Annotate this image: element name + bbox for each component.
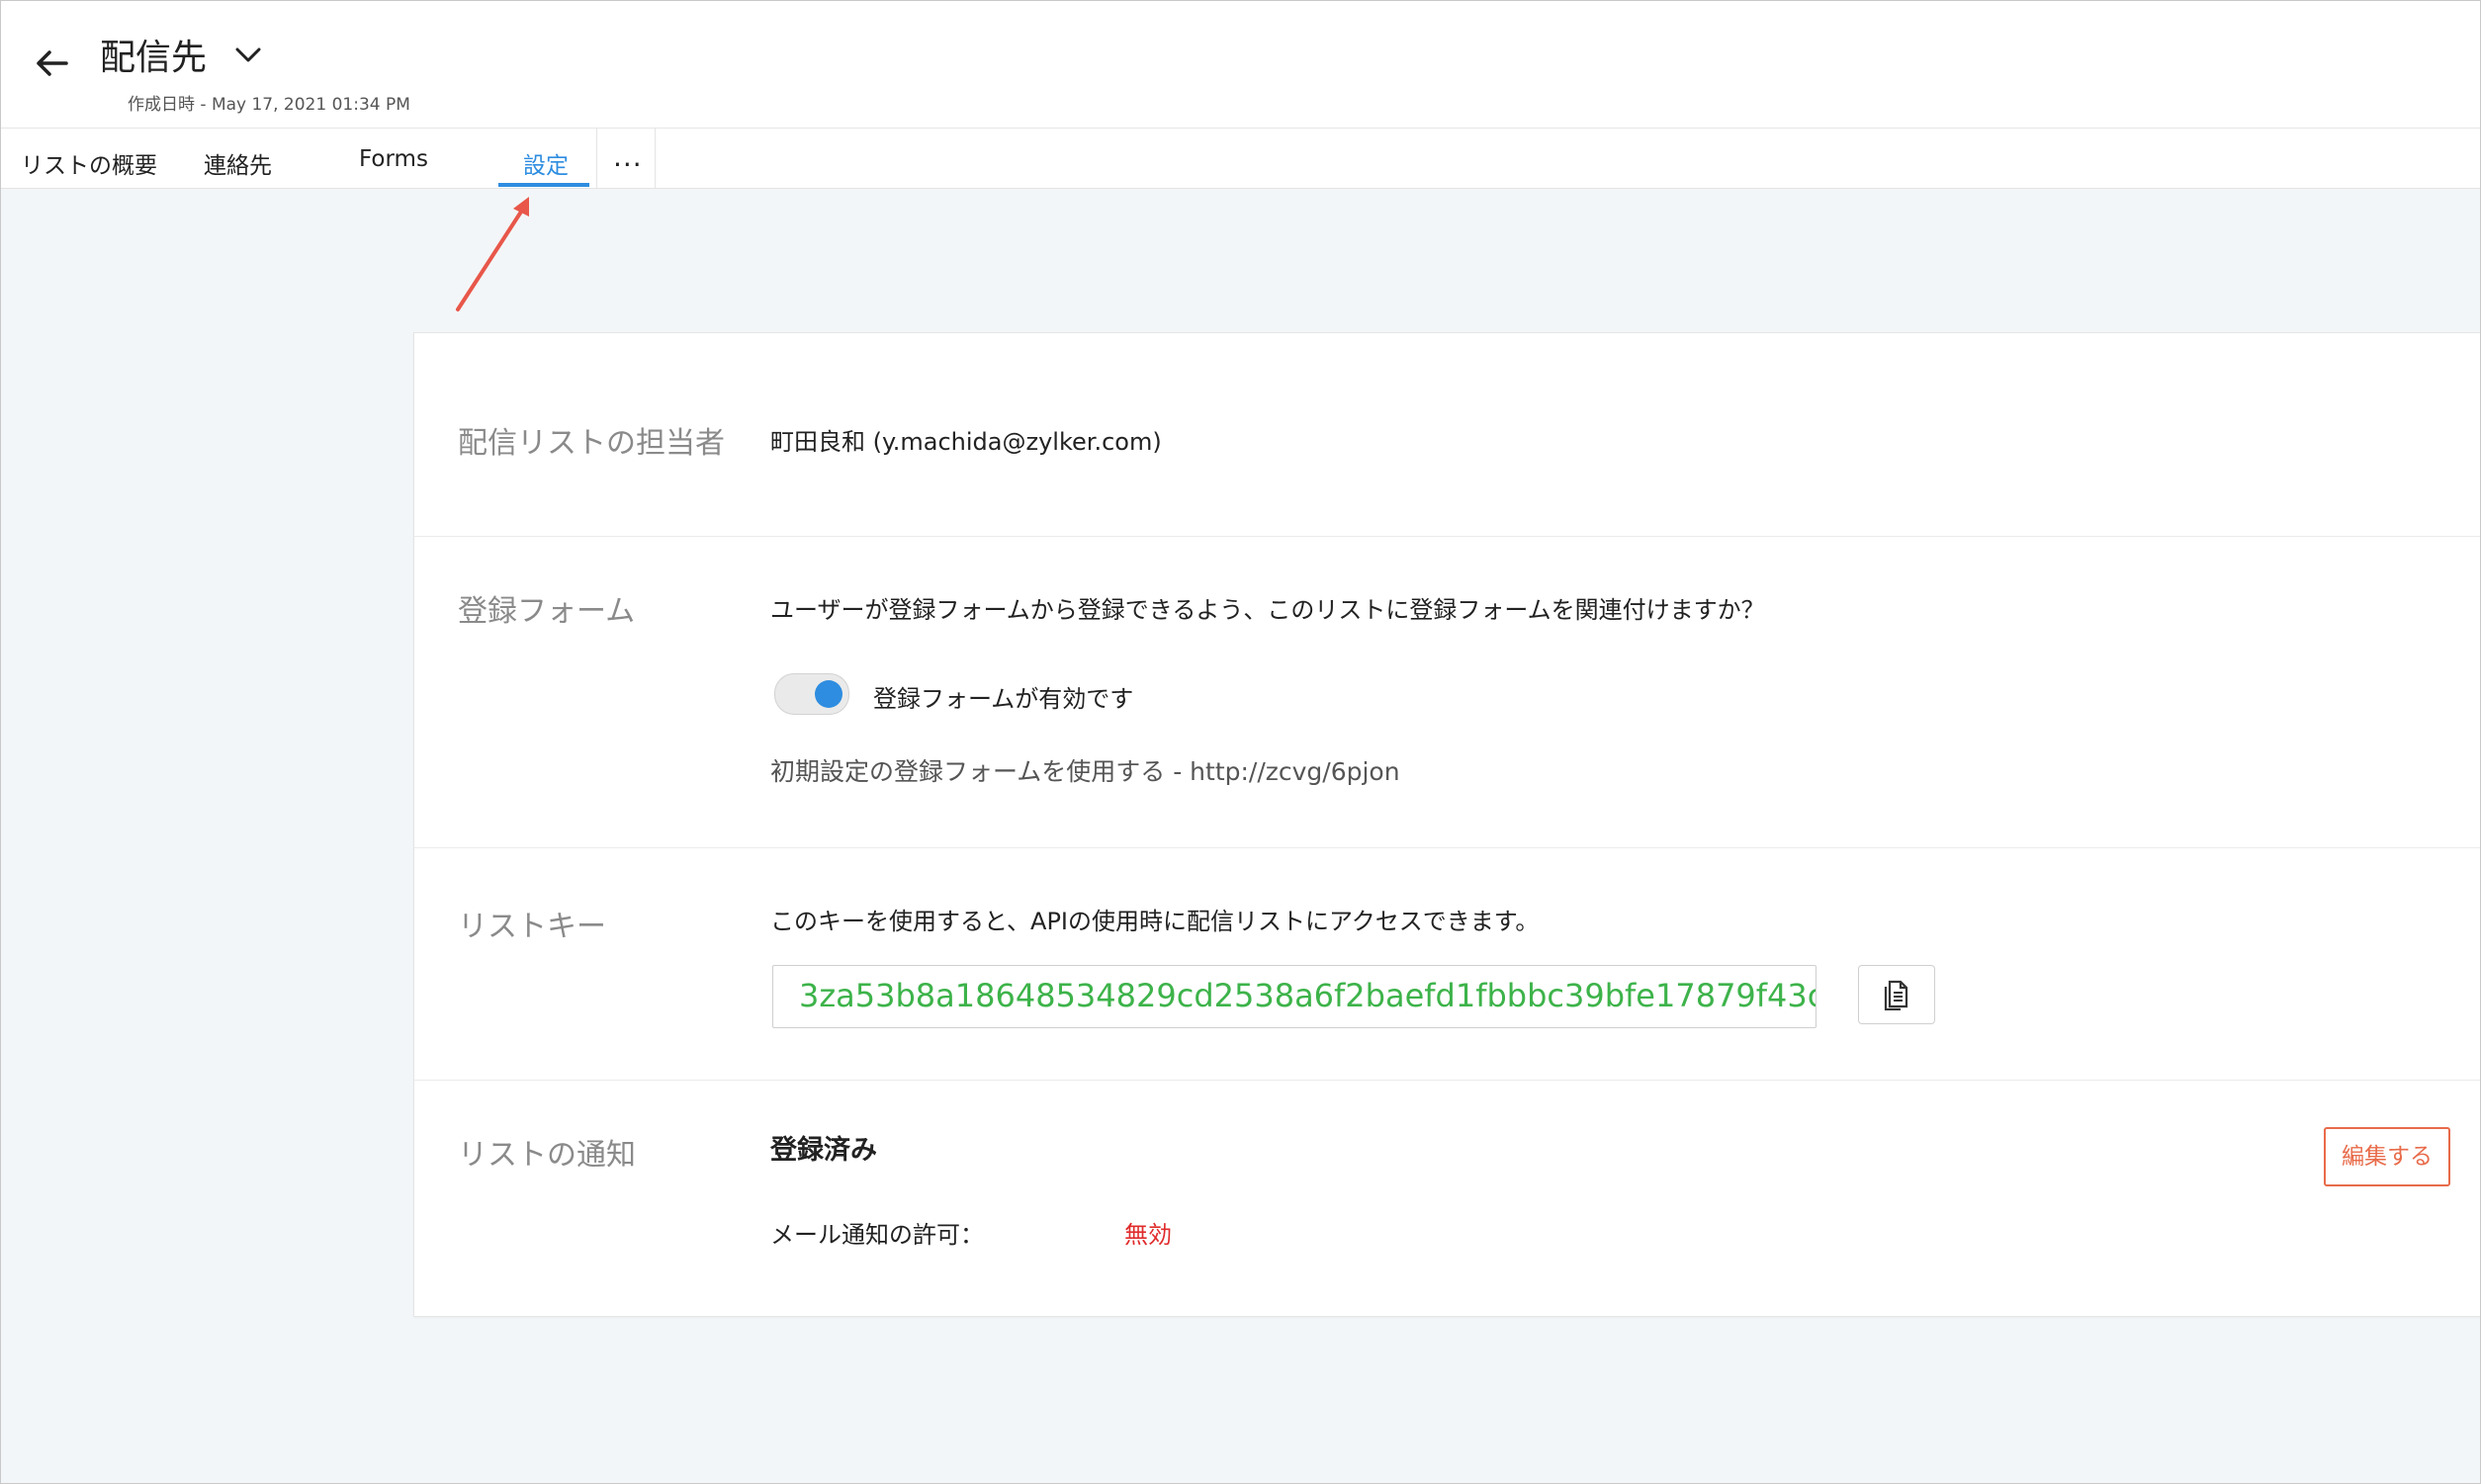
subscribed-title: 登録済み bbox=[770, 1135, 877, 1166]
toggle-knob bbox=[815, 680, 842, 708]
tab-forms[interactable]: Forms bbox=[359, 146, 428, 172]
signup-form-label: 登録フォーム bbox=[458, 594, 636, 629]
default-form-link[interactable]: http://zcvg/6pjon bbox=[1190, 757, 1399, 786]
owner-section: 配信リストの担当者 町田良和 (y.machida@zylker.com) bbox=[414, 333, 2480, 537]
list-key-field-box bbox=[772, 965, 1816, 1028]
active-tab-indicator bbox=[498, 183, 589, 187]
app-window: 配信先 作成日時 - May 17, 2021 01:34 PM リストの概要 … bbox=[0, 0, 2481, 1484]
page-title: 配信先 bbox=[100, 38, 208, 78]
tab-settings[interactable]: 設定 bbox=[523, 146, 569, 180]
list-key-section: リストキー このキーを使用すると、APIの使用時に配信リストにアクセスできます。 bbox=[414, 848, 2480, 1081]
edit-notifications-button[interactable]: 編集する bbox=[2324, 1127, 2450, 1186]
signup-form-toggle[interactable] bbox=[774, 673, 849, 715]
copy-key-button[interactable] bbox=[1858, 965, 1935, 1024]
default-form-text: 初期設定の登録フォームを使用する - bbox=[770, 757, 1191, 786]
tab-bar: リストの概要 連絡先 Forms 設定 ... bbox=[1, 129, 2480, 189]
signup-form-toggle-label: 登録フォームが有効です bbox=[873, 685, 1134, 713]
email-notify-label: メール通知の許可： bbox=[770, 1221, 984, 1249]
default-form-info: 初期設定の登録フォームを使用する - http://zcvg/6pjon bbox=[770, 752, 1400, 788]
settings-card: 配信リストの担当者 町田良和 (y.machida@zylker.com) 登録… bbox=[413, 332, 2480, 1317]
chevron-down-icon[interactable] bbox=[234, 44, 262, 64]
owner-label: 配信リストの担当者 bbox=[458, 426, 725, 461]
signup-form-section: 登録フォーム ユーザーが登録フォームから登録できるよう、このリストに登録フォーム… bbox=[414, 537, 2480, 848]
tab-list-overview[interactable]: リストの概要 bbox=[21, 146, 157, 180]
back-arrow-icon[interactable] bbox=[35, 48, 70, 78]
more-dots-icon: ... bbox=[613, 140, 643, 173]
list-key-label: リストキー bbox=[458, 910, 606, 944]
page-header: 配信先 作成日時 - May 17, 2021 01:34 PM bbox=[1, 1, 2480, 129]
list-key-field[interactable] bbox=[773, 966, 1816, 1025]
signup-form-question: ユーザーが登録フォームから登録できるよう、このリストに登録フォームを関連付けます… bbox=[770, 596, 1765, 624]
email-notify-status: 無効 bbox=[1124, 1221, 1172, 1249]
notifications-label: リストの通知 bbox=[458, 1138, 636, 1173]
tab-more-button[interactable]: ... bbox=[596, 129, 656, 188]
notifications-section: リストの通知 登録済み メール通知の許可： 無効 編集する bbox=[414, 1081, 2480, 1316]
tab-contacts[interactable]: 連絡先 bbox=[204, 146, 272, 180]
created-timestamp: 作成日時 - May 17, 2021 01:34 PM bbox=[128, 95, 410, 115]
annotation-arrow bbox=[456, 197, 529, 311]
list-key-description: このキーを使用すると、APIの使用時に配信リストにアクセスできます。 bbox=[770, 908, 1540, 935]
owner-value: 町田良和 (y.machida@zylker.com) bbox=[770, 428, 1162, 456]
copy-document-icon bbox=[1884, 980, 1908, 1010]
